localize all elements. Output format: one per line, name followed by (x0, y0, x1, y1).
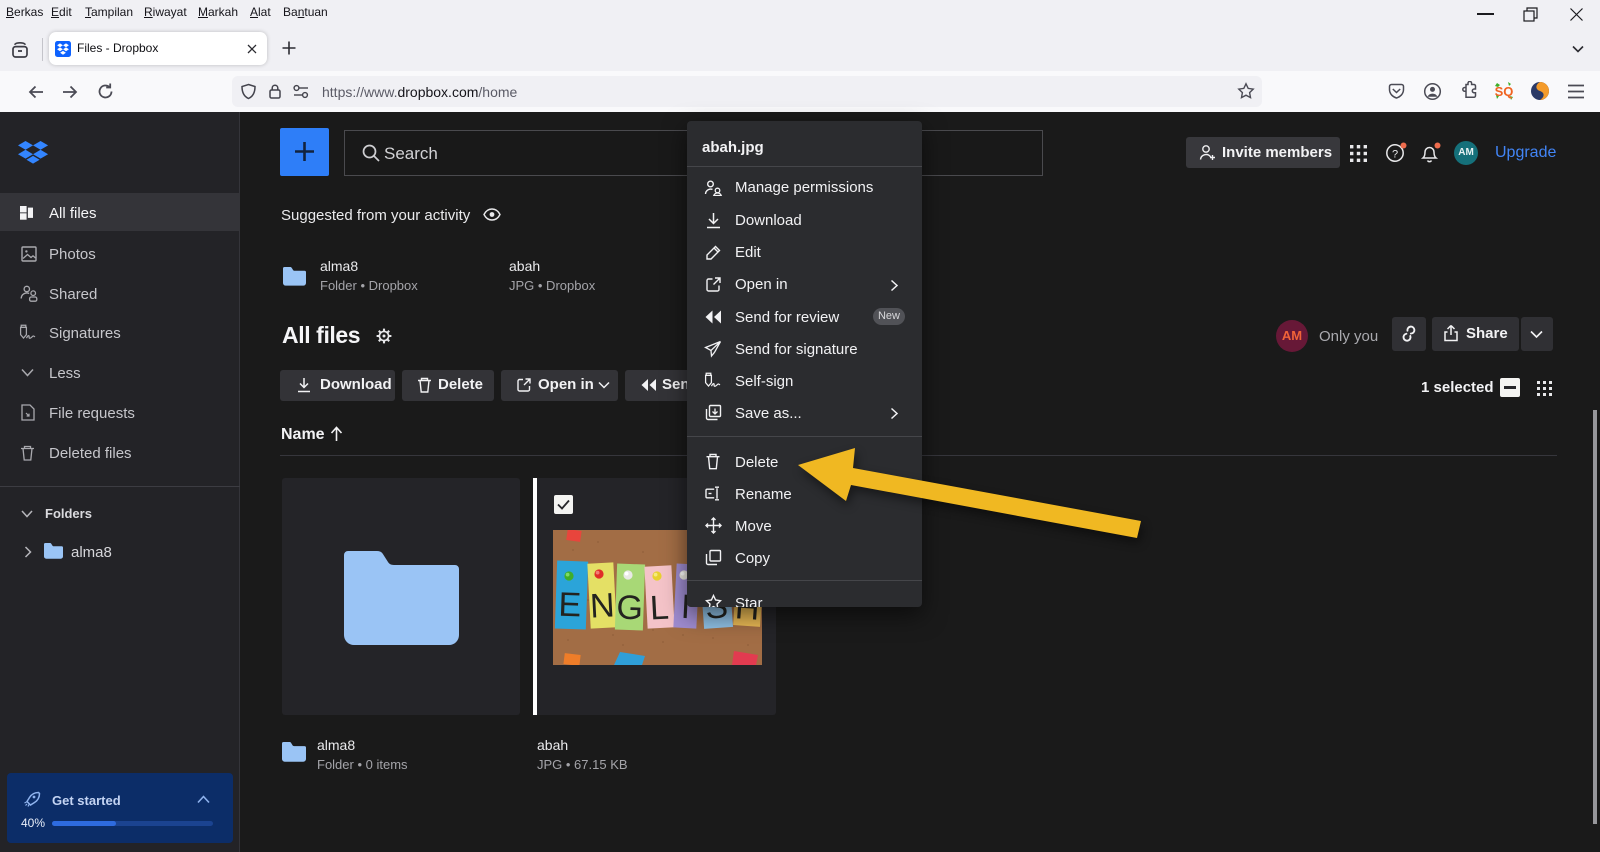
svg-text:N: N (589, 586, 616, 625)
svg-text:G: G (616, 589, 644, 628)
svg-text:L: L (649, 589, 670, 628)
svg-text:E: E (558, 586, 582, 625)
svg-text:?: ? (1392, 149, 1398, 161)
svg-text:SQ: SQ (1495, 84, 1514, 99)
